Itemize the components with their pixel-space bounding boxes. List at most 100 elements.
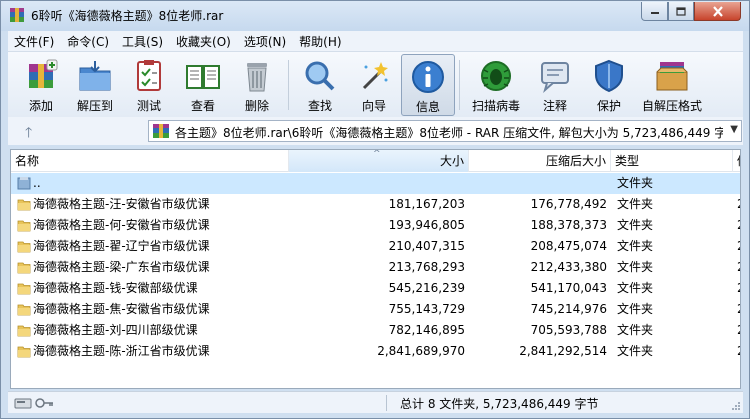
file-modified — [737, 173, 740, 194]
folder-icon — [17, 241, 31, 253]
path-bar: 🡑 各主题》8位老师.rar\6聆听《海德薇格主题》8位老师 - RAR 压缩文… — [8, 117, 743, 145]
file-modified: 2 — [737, 215, 740, 236]
archive-icon — [153, 124, 169, 138]
file-packed-size: 541,170,043 — [530, 281, 607, 295]
file-name: 海德薇格主题-何-安徽省市级优课 — [33, 218, 210, 232]
minimize-button[interactable] — [641, 2, 668, 21]
resize-grip-icon[interactable] — [731, 401, 741, 411]
file-name: 海德薇格主题-陈-浙江省市级优课 — [33, 344, 210, 358]
test-button[interactable]: 测试 — [122, 54, 176, 116]
up-folder-button[interactable]: 🡑 — [25, 122, 32, 146]
close-button[interactable] — [694, 2, 741, 21]
folder-icon — [17, 346, 31, 358]
winrar-window: 6聆听《海德薇格主题》8位老师.rar 文件(F) 命令(C) 工具(S) 收藏… — [0, 0, 750, 419]
column-modified-label: 修 — [737, 154, 740, 168]
file-size: 2,841,689,970 — [377, 344, 465, 358]
file-size — [291, 173, 465, 194]
window-title: 6聆听《海德薇格主题》8位老师.rar — [31, 9, 224, 23]
protect-icon — [595, 59, 623, 93]
file-packed-size: 212,433,380 — [530, 260, 607, 274]
view-icon — [186, 65, 220, 89]
close-icon — [712, 5, 723, 17]
wizard-button[interactable]: 向导 — [347, 54, 401, 116]
view-label: 查看 — [190, 99, 215, 113]
file-size: 210,407,315 — [388, 239, 465, 253]
find-icon — [305, 61, 335, 91]
minimize-icon — [650, 12, 659, 14]
file-name: .. — [33, 176, 41, 190]
sfx-button[interactable]: 自解压格式 — [636, 54, 708, 116]
folder-icon — [17, 304, 31, 316]
comment-button[interactable]: 注释 — [528, 54, 582, 116]
sfx-icon — [656, 62, 688, 91]
file-modified: 2 — [737, 194, 740, 215]
file-type: 文件夹 — [617, 176, 654, 190]
info-button[interactable]: 信息 — [401, 54, 455, 116]
file-modified: 2 — [737, 278, 740, 299]
table-row[interactable]: 海德薇格主题-焦-安徽省市级优课 755,143,729 745,214,976 文件… — [11, 299, 740, 320]
protect-label: 保护 — [596, 99, 621, 113]
file-name: 海德薇格主题-焦-安徽省市级优课 — [33, 302, 210, 316]
file-size: 782,146,895 — [388, 323, 465, 337]
parent-folder-row[interactable]: .. 文件夹 — [11, 173, 740, 194]
file-type: 文件夹 — [617, 260, 654, 274]
column-header-size[interactable]: ^ 大小 — [289, 150, 469, 172]
file-name: 海德薇格主题-刘-四川部级优课 — [33, 323, 198, 337]
virus-scan-label: 扫描病毒 — [471, 99, 520, 113]
menu-commands[interactable]: 命令(C) — [67, 33, 109, 50]
menu-options[interactable]: 选项(N) — [244, 33, 286, 50]
table-row[interactable]: 海德薇格主题-汪-安徽省市级优课 181,167,203 176,778,492 文件… — [11, 194, 740, 215]
file-type: 文件夹 — [617, 302, 654, 316]
view-button[interactable]: 查看 — [176, 54, 230, 116]
file-name: 海德薇格主题-梁-广东省市级优课 — [33, 260, 210, 274]
virus-scan-button[interactable]: 扫描病毒 — [464, 54, 528, 116]
menu-help[interactable]: 帮助(H) — [299, 33, 341, 50]
table-row[interactable]: 海德薇格主题-陈-浙江省市级优课 2,841,689,970 2,841,292,5… — [11, 341, 740, 362]
menu-bar: 文件(F) 命令(C) 工具(S) 收藏夹(O) 选项(N) 帮助(H) — [8, 31, 743, 51]
maximize-icon — [676, 6, 686, 16]
column-header-packed[interactable]: 压缩后大小 — [469, 150, 611, 172]
extract-to-button[interactable]: 解压到 — [68, 54, 122, 116]
delete-button[interactable]: 删除 — [230, 54, 284, 116]
add-button[interactable]: 添加 — [14, 54, 68, 116]
menu-favorites[interactable]: 收藏夹(O) — [176, 33, 231, 50]
maximize-button[interactable] — [668, 2, 694, 21]
delete-label: 删除 — [244, 99, 269, 113]
file-type: 文件夹 — [617, 239, 654, 253]
column-name-label: 名称 — [15, 154, 40, 168]
toolbar-separator — [288, 60, 289, 110]
menu-file[interactable]: 文件(F) — [14, 33, 54, 50]
comment-icon — [541, 62, 569, 93]
winrar-app-icon[interactable] — [9, 7, 25, 23]
folder-icon — [17, 325, 31, 337]
file-list: 名称 ^ 大小 压缩后大小 类型 修 ..文件夹海德薇格主题-汪-安徽省市级优课… — [10, 149, 741, 389]
table-row[interactable]: 海德薇格主题-梁-广东省市级优课 213,768,293 212,433,380 文件… — [11, 257, 740, 278]
table-row[interactable]: 海德薇格主题-钱-安徽部级优课 545,216,239 541,170,043 文件夹… — [11, 278, 740, 299]
folder-icon — [17, 283, 31, 295]
info-label: 信息 — [415, 100, 440, 114]
file-size: 181,167,203 — [388, 197, 465, 211]
file-name: 海德薇格主题-汪-安徽省市级优课 — [33, 197, 210, 211]
file-modified: 2 — [737, 236, 740, 257]
column-header-type[interactable]: 类型 — [611, 150, 733, 172]
file-type: 文件夹 — [617, 197, 654, 211]
file-modified: 2 — [737, 299, 740, 320]
table-row[interactable]: 海德薇格主题-刘-四川部级优课 782,146,895 705,593,788 文件夹… — [11, 320, 740, 341]
path-field[interactable]: 各主题》8位老师.rar\6聆听《海德薇格主题》8位老师 - RAR 压缩文件,… — [148, 120, 742, 142]
find-button[interactable]: 查找 — [293, 54, 347, 116]
column-type-label: 类型 — [615, 154, 640, 168]
title-bar[interactable]: 6聆听《海德薇格主题》8位老师.rar — [1, 1, 749, 31]
menu-tools[interactable]: 工具(S) — [122, 33, 163, 50]
list-header: 名称 ^ 大小 压缩后大小 类型 修 — [11, 150, 740, 172]
file-packed-size: 188,378,373 — [530, 218, 607, 232]
table-row[interactable]: 海德薇格主题-何-安徽省市级优课 193,946,805 188,378,373 文件… — [11, 215, 740, 236]
chevron-down-icon[interactable]: ▼ — [730, 124, 738, 135]
file-packed-size: 2,841,292,514 — [519, 344, 607, 358]
toolbar-separator — [459, 60, 460, 110]
file-packed-size: 705,593,788 — [530, 323, 607, 337]
table-row[interactable]: 海德薇格主题-翟-辽宁省市级优课 210,407,315 208,475,074 文件… — [11, 236, 740, 257]
column-header-name[interactable]: 名称 — [11, 150, 289, 172]
wizard-label: 向导 — [361, 99, 386, 113]
column-header-modified[interactable]: 修 — [733, 150, 740, 172]
protect-button[interactable]: 保护 — [582, 54, 636, 116]
